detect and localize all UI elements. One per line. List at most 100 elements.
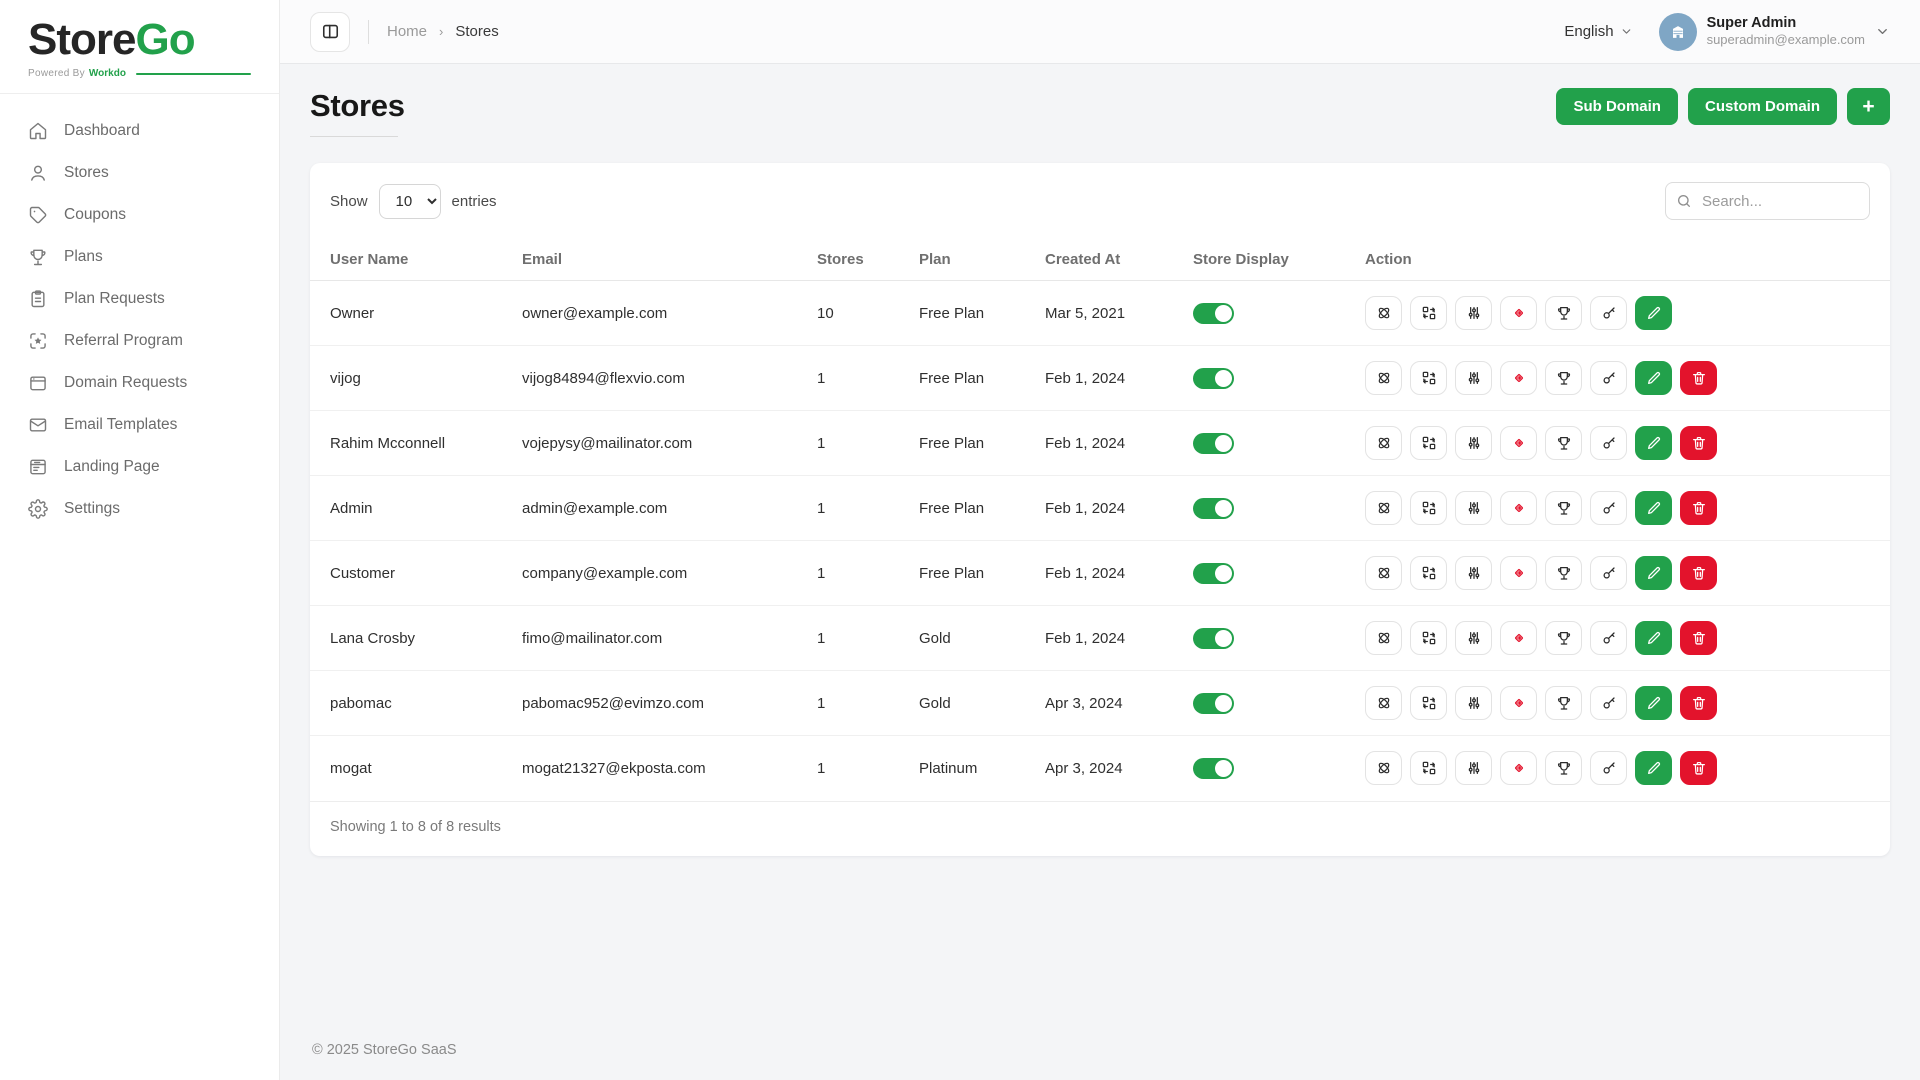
sidebar-item-plans[interactable]: Plans	[0, 236, 279, 278]
edit-button[interactable]	[1635, 426, 1672, 460]
sub-domain-button[interactable]: Sub Domain	[1556, 88, 1678, 125]
sidebar: StoreGo Powered By Workdo Dashboard Stor…	[0, 0, 280, 1080]
sidebar-item-dashboard[interactable]: Dashboard	[0, 110, 279, 152]
mail-icon	[28, 415, 48, 435]
breadcrumb-home-link[interactable]: Home	[387, 23, 427, 40]
language-selector[interactable]: English	[1564, 23, 1632, 40]
store-display-toggle[interactable]	[1193, 628, 1234, 649]
edit-button[interactable]	[1635, 751, 1672, 785]
sidebar-item-referral-program[interactable]: Referral Program	[0, 320, 279, 362]
delete-button[interactable]	[1680, 361, 1717, 395]
redirect-button[interactable]	[1500, 686, 1537, 720]
swap-button[interactable]	[1410, 556, 1447, 590]
plan-upgrade-button[interactable]	[1545, 491, 1582, 525]
plan-upgrade-button[interactable]	[1545, 621, 1582, 655]
orbit-button[interactable]	[1365, 751, 1402, 785]
orbit-button[interactable]	[1365, 361, 1402, 395]
custom-domain-button[interactable]: Custom Domain	[1688, 88, 1837, 125]
store-display-toggle[interactable]	[1193, 758, 1234, 779]
swap-button[interactable]	[1410, 491, 1447, 525]
delete-button[interactable]	[1680, 751, 1717, 785]
add-store-button[interactable]: +	[1847, 88, 1890, 125]
reset-password-button[interactable]	[1590, 556, 1627, 590]
swap-button[interactable]	[1410, 361, 1447, 395]
trophy-icon	[1556, 305, 1572, 321]
edit-button[interactable]	[1635, 491, 1672, 525]
swap-button[interactable]	[1410, 686, 1447, 720]
user-menu[interactable]: Super Admin superadmin@example.com	[1659, 13, 1890, 51]
delete-button[interactable]	[1680, 426, 1717, 460]
store-display-toggle[interactable]	[1193, 368, 1234, 389]
sidebar-item-landing-page[interactable]: Landing Page	[0, 446, 279, 488]
reset-password-button[interactable]	[1590, 296, 1627, 330]
cell-store-display	[1177, 541, 1349, 606]
delete-button[interactable]	[1680, 556, 1717, 590]
store-display-toggle[interactable]	[1193, 303, 1234, 324]
orbit-button[interactable]	[1365, 621, 1402, 655]
delete-button[interactable]	[1680, 686, 1717, 720]
reset-password-button[interactable]	[1590, 361, 1627, 395]
sidebar-item-email-templates[interactable]: Email Templates	[0, 404, 279, 446]
reset-password-button[interactable]	[1590, 621, 1627, 655]
chevron-down-icon	[1875, 24, 1890, 39]
sidebar-item-coupons[interactable]: Coupons	[0, 194, 279, 236]
sliders-button[interactable]	[1455, 751, 1492, 785]
sliders-button[interactable]	[1455, 621, 1492, 655]
sidebar-item-domain-requests[interactable]: Domain Requests	[0, 362, 279, 404]
swap-button[interactable]	[1410, 621, 1447, 655]
orbit-icon	[1376, 695, 1392, 711]
store-display-toggle[interactable]	[1193, 563, 1234, 584]
brand-logo[interactable]: StoreGo Powered By Workdo	[0, 0, 279, 94]
redirect-button[interactable]	[1500, 491, 1537, 525]
sidebar-toggle-button[interactable]	[310, 12, 350, 52]
sliders-button[interactable]	[1455, 361, 1492, 395]
swap-button[interactable]	[1410, 296, 1447, 330]
orbit-button[interactable]	[1365, 426, 1402, 460]
search-input[interactable]	[1665, 182, 1870, 220]
store-display-toggle[interactable]	[1193, 498, 1234, 519]
orbit-button[interactable]	[1365, 686, 1402, 720]
plan-upgrade-button[interactable]	[1545, 556, 1582, 590]
edit-button[interactable]	[1635, 296, 1672, 330]
sidebar-item-stores[interactable]: Stores	[0, 152, 279, 194]
redirect-button[interactable]	[1500, 751, 1537, 785]
sidebar-item-plan-requests[interactable]: Plan Requests	[0, 278, 279, 320]
sliders-button[interactable]	[1455, 426, 1492, 460]
edit-button[interactable]	[1635, 621, 1672, 655]
delete-button[interactable]	[1680, 621, 1717, 655]
reset-password-button[interactable]	[1590, 751, 1627, 785]
edit-button[interactable]	[1635, 686, 1672, 720]
reset-password-button[interactable]	[1590, 491, 1627, 525]
sliders-button[interactable]	[1455, 686, 1492, 720]
orbit-button[interactable]	[1365, 491, 1402, 525]
redirect-button[interactable]	[1500, 426, 1537, 460]
topbar-divider	[368, 20, 369, 44]
edit-button[interactable]	[1635, 556, 1672, 590]
redirect-button[interactable]	[1500, 361, 1537, 395]
sidebar-item-settings[interactable]: Settings	[0, 488, 279, 530]
redirect-button[interactable]	[1500, 556, 1537, 590]
swap-button[interactable]	[1410, 751, 1447, 785]
redirect-button[interactable]	[1500, 296, 1537, 330]
orbit-button[interactable]	[1365, 296, 1402, 330]
swap-button[interactable]	[1410, 426, 1447, 460]
plan-upgrade-button[interactable]	[1545, 426, 1582, 460]
cell-action	[1349, 671, 1890, 736]
plan-upgrade-button[interactable]	[1545, 361, 1582, 395]
sliders-button[interactable]	[1455, 556, 1492, 590]
plan-upgrade-button[interactable]	[1545, 686, 1582, 720]
store-display-toggle[interactable]	[1193, 693, 1234, 714]
key-icon	[1601, 370, 1617, 386]
page-size-select[interactable]: 10	[379, 184, 441, 219]
reset-password-button[interactable]	[1590, 426, 1627, 460]
plan-upgrade-button[interactable]	[1545, 296, 1582, 330]
edit-button[interactable]	[1635, 361, 1672, 395]
reset-password-button[interactable]	[1590, 686, 1627, 720]
orbit-button[interactable]	[1365, 556, 1402, 590]
redirect-button[interactable]	[1500, 621, 1537, 655]
plan-upgrade-button[interactable]	[1545, 751, 1582, 785]
delete-button[interactable]	[1680, 491, 1717, 525]
sliders-button[interactable]	[1455, 296, 1492, 330]
sliders-button[interactable]	[1455, 491, 1492, 525]
store-display-toggle[interactable]	[1193, 433, 1234, 454]
